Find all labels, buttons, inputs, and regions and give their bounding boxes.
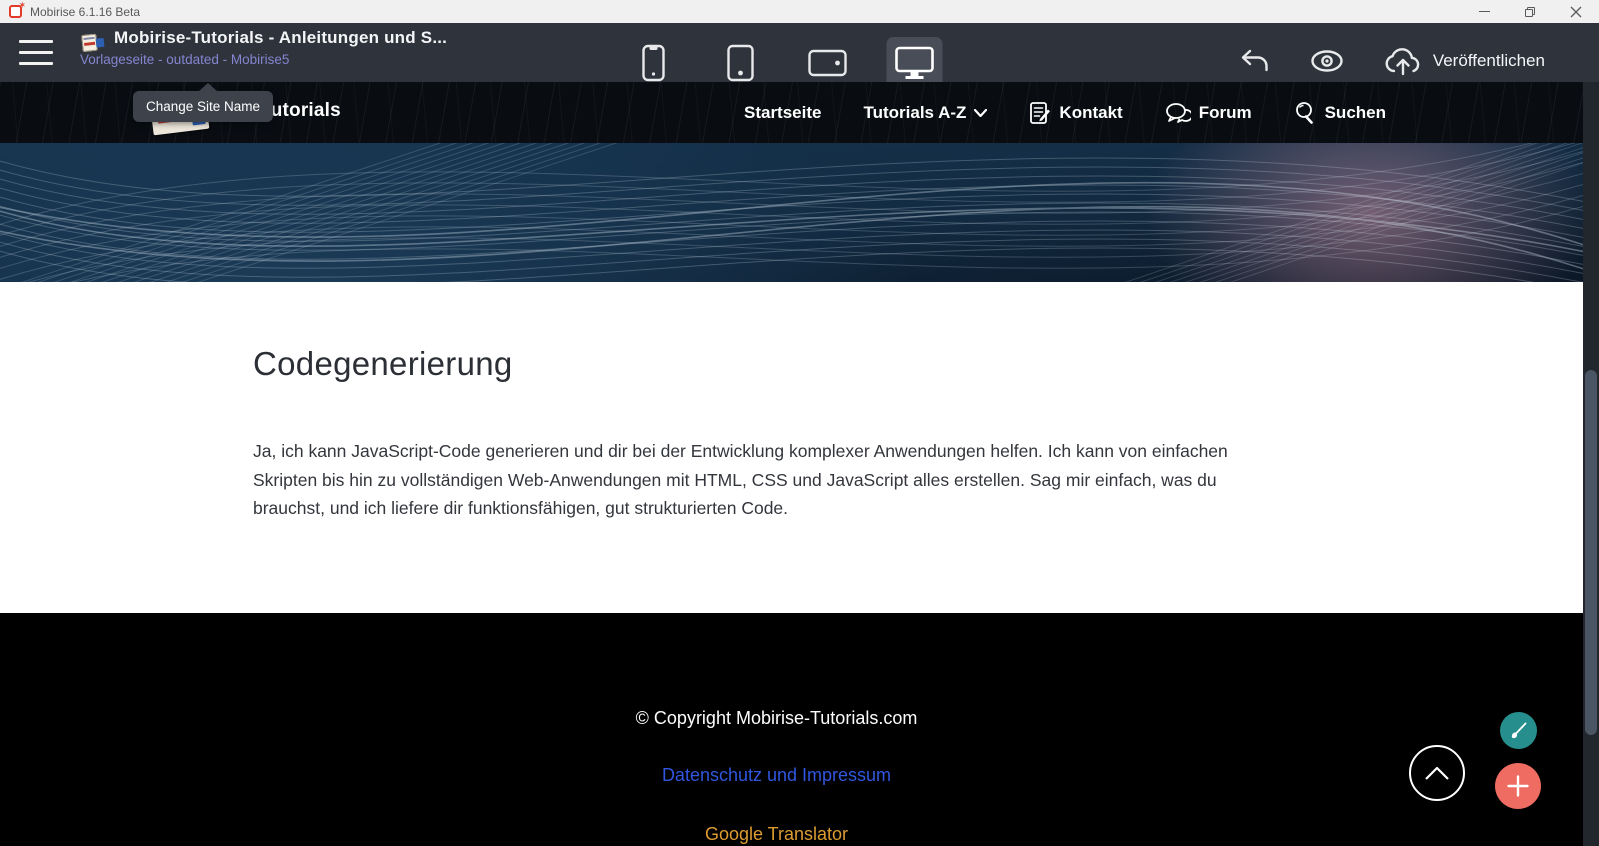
- main-menu-button[interactable]: [19, 40, 53, 65]
- preview-button[interactable]: [1310, 49, 1344, 73]
- minimize-icon: [1479, 11, 1490, 13]
- minimize-button[interactable]: [1461, 0, 1507, 23]
- style-button[interactable]: [1500, 712, 1537, 749]
- close-button[interactable]: [1553, 0, 1599, 23]
- menu-item-kontakt[interactable]: Kontakt: [1029, 101, 1122, 125]
- mobirise-beta-app-icon: ✶: [9, 5, 22, 18]
- site-footer: © Copyright Mobirise-Tutorials.com Daten…: [0, 613, 1599, 846]
- site-menu: Startseite Tutorials A-Z Kontakt: [744, 82, 1386, 143]
- undo-icon: [1240, 48, 1270, 74]
- window-title: Mobirise 6.1.16 Beta: [30, 5, 140, 19]
- restore-button[interactable]: [1507, 0, 1553, 23]
- translator-link[interactable]: Google Translator: [0, 824, 1553, 845]
- site-favicon-icon: [81, 32, 105, 53]
- menu-item-suchen[interactable]: Suchen: [1294, 101, 1386, 124]
- hamburger-icon: [19, 40, 53, 43]
- document-edit-icon: [1029, 101, 1051, 125]
- menu-item-tutorials[interactable]: Tutorials A-Z: [863, 103, 987, 123]
- chevron-up-icon: [1424, 765, 1450, 781]
- undo-button[interactable]: [1240, 48, 1270, 74]
- vertical-scrollbar[interactable]: [1583, 82, 1599, 846]
- os-titlebar: ✶ Mobirise 6.1.16 Beta: [0, 0, 1599, 23]
- scrollbar-thumb[interactable]: [1585, 370, 1597, 735]
- chevron-down-icon: [974, 109, 987, 117]
- content-block: Codegenerierung Ja, ich kann JavaScript-…: [0, 282, 1583, 613]
- site-name-block[interactable]: Mobirise-Tutorials - Anleitungen und S..…: [80, 28, 447, 67]
- menu-label: Startseite: [744, 103, 821, 123]
- menu-item-startseite[interactable]: Startseite: [744, 103, 821, 123]
- publish-button[interactable]: Veröffentlichen: [1384, 46, 1545, 76]
- eye-icon: [1310, 49, 1344, 73]
- copyright-text: © Copyright Mobirise-Tutorials.com: [0, 708, 1553, 729]
- publish-label: Veröffentlichen: [1433, 51, 1545, 71]
- wave-mesh-graphic: [0, 143, 1583, 282]
- desktop-icon: [895, 46, 935, 80]
- content-paragraph[interactable]: Ja, ich kann JavaScript-Code generieren …: [253, 437, 1260, 523]
- mobirise-app-window: ✶ Mobirise 6.1.16 Beta: [0, 0, 1599, 846]
- tablet-landscape-icon: [808, 49, 848, 77]
- site-title[interactable]: Mobirise-Tutorials - Anleitungen und S..…: [114, 28, 447, 48]
- site-subtitle[interactable]: Vorlageseite - outdated - Mobirise5: [80, 52, 447, 67]
- restore-icon: [1525, 7, 1535, 17]
- paintbrush-icon: [1508, 720, 1529, 741]
- mobirise-toolbar: Mobirise-Tutorials - Anleitungen und S..…: [0, 23, 1599, 82]
- content-heading[interactable]: Codegenerierung: [253, 345, 513, 383]
- change-site-name-tooltip: Change Site Name: [133, 91, 273, 122]
- menu-label: Forum: [1199, 103, 1252, 123]
- smartphone-icon: [642, 44, 666, 82]
- tablet-portrait-icon: [727, 44, 755, 82]
- cloud-upload-icon: [1384, 46, 1422, 76]
- toolbar-right-actions: Veröffentlichen: [1240, 46, 1545, 76]
- window-controls: [1461, 0, 1599, 23]
- menu-item-forum[interactable]: Forum: [1165, 102, 1252, 124]
- site-preview-viewport: e-Tutorials Startseite Tutorials A-Z: [0, 82, 1599, 846]
- hero-banner: [0, 143, 1583, 282]
- menu-label: Suchen: [1325, 103, 1386, 123]
- add-block-button[interactable]: [1495, 763, 1541, 809]
- tooltip-caret: [199, 83, 217, 91]
- search-icon: [1294, 101, 1317, 124]
- plus-icon: [1507, 775, 1529, 797]
- menu-label: Kontakt: [1059, 103, 1122, 123]
- privacy-link[interactable]: Datenschutz und Impressum: [0, 765, 1553, 786]
- chat-bubbles-icon: [1165, 102, 1191, 124]
- close-icon: [1570, 6, 1582, 18]
- tooltip-text: Change Site Name: [146, 99, 260, 114]
- menu-label: Tutorials A-Z: [863, 103, 966, 123]
- scroll-top-button[interactable]: [1409, 745, 1465, 801]
